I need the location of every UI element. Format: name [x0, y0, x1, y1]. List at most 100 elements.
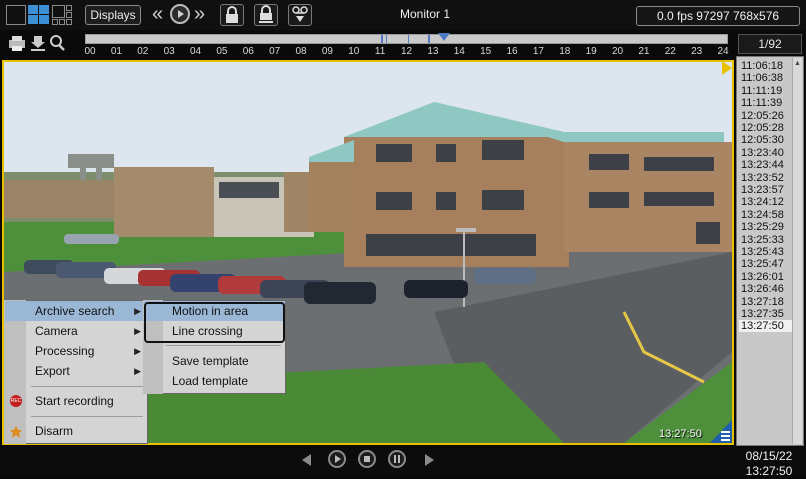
- event-time-item[interactable]: 13:23:57: [739, 184, 795, 196]
- stop-button[interactable]: [358, 450, 376, 468]
- event-time-item[interactable]: 13:26:01: [739, 271, 795, 283]
- menu-start-recording-label: Start recording: [35, 394, 114, 408]
- submenu-arrow-icon: ▶: [134, 346, 141, 356]
- timeline-tick-label: 02: [137, 46, 149, 57]
- event-time-item[interactable]: 11:11:19: [739, 85, 795, 97]
- scroll-up-icon[interactable]: ▲: [794, 60, 801, 67]
- submenu-arrow-icon: ▶: [134, 366, 141, 376]
- layout-multi-button[interactable]: [52, 5, 74, 25]
- event-time-item[interactable]: 13:27:50: [739, 320, 795, 333]
- event-list-scrollbar[interactable]: ▲: [792, 58, 802, 444]
- event-time-item[interactable]: 13:25:29: [739, 221, 795, 233]
- timeline-tick-label: 03: [163, 46, 175, 57]
- event-time-item[interactable]: 13:27:35: [739, 308, 795, 320]
- layout-1x1-button[interactable]: [6, 5, 26, 25]
- search-icon[interactable]: [48, 34, 66, 52]
- timeline-event-mark: [408, 35, 409, 43]
- timeline-tick-label: 12: [400, 46, 413, 57]
- menu-disarm-label: Disarm: [35, 424, 73, 438]
- lock-icon: [226, 6, 238, 23]
- video-timestamp: 13:27:50: [659, 428, 702, 440]
- timeline-tick-label: 06: [242, 46, 254, 57]
- event-time-item[interactable]: 13:23:52: [739, 172, 795, 184]
- pause-button[interactable]: [388, 450, 406, 468]
- displays-button[interactable]: Displays: [85, 5, 141, 25]
- timeline-tick-label: 14: [453, 46, 465, 57]
- frame-counter: 1/92: [738, 34, 802, 54]
- archive-export-button[interactable]: [288, 4, 312, 26]
- event-time-item[interactable]: 12:05:28: [739, 122, 795, 134]
- timeline-event-mark: [386, 35, 387, 43]
- play-icon[interactable]: [170, 4, 190, 24]
- play-button[interactable]: [328, 450, 346, 468]
- event-time-item[interactable]: 13:27:18: [739, 296, 795, 308]
- arm-lock-button[interactable]: [254, 4, 278, 26]
- context-menu-items: Archive search ▶ Camera ▶ Processing ▶ Expo…: [5, 301, 147, 443]
- event-time-item[interactable]: 11:11:39: [739, 97, 795, 109]
- side-panel-arrow-icon[interactable]: [722, 61, 734, 80]
- timeline-tick-label: 23: [691, 46, 703, 57]
- event-time-item[interactable]: 13:25:43: [739, 246, 795, 258]
- event-time-item[interactable]: 13:23:40: [739, 147, 795, 159]
- timeline-tick-label: 05: [216, 46, 228, 57]
- submenu-arrow-icon: ▶: [134, 306, 141, 316]
- menu-separator: [31, 416, 143, 417]
- next-frame-icon[interactable]: [420, 451, 438, 474]
- submenu-save-template[interactable]: Save template: [144, 351, 285, 371]
- event-time-item[interactable]: 11:06:38: [739, 72, 795, 84]
- event-time-item[interactable]: 12:05:26: [739, 110, 795, 122]
- archive-timeline[interactable]: [85, 34, 728, 44]
- camera-menu-icon[interactable]: [710, 420, 732, 443]
- event-time-item[interactable]: 13:24:12: [739, 196, 795, 208]
- submenu-save-label: Save template: [172, 354, 249, 368]
- monitor-title: Monitor 1: [399, 7, 451, 21]
- fast-forward-icon[interactable]: »: [194, 4, 205, 24]
- menu-archive-search[interactable]: Archive search ▶: [5, 301, 147, 321]
- disarm-icon: [10, 425, 22, 438]
- timeline-tick-label: 07: [269, 46, 281, 57]
- timeline-tick-label: 19: [585, 46, 597, 57]
- rewind-icon[interactable]: «: [152, 4, 163, 24]
- current-date: 08/15/22: [745, 449, 793, 463]
- timeline-tick-label: 22: [664, 46, 676, 57]
- timeline-tick-label: 11: [374, 46, 386, 57]
- event-time-item[interactable]: 13:24:58: [739, 209, 795, 221]
- previous-frame-icon[interactable]: [298, 451, 316, 474]
- download-icon[interactable]: [29, 34, 47, 52]
- timeline-tick-label: 10: [348, 46, 360, 57]
- submenu-arrow-icon: ▶: [134, 326, 141, 336]
- timeline-position-marker[interactable]: [438, 29, 450, 47]
- timeline-tick-label: 15: [480, 46, 492, 57]
- event-time-item[interactable]: 13:23:44: [739, 159, 795, 171]
- timeline-tick-label: 08: [295, 46, 307, 57]
- print-icon[interactable]: [6, 34, 28, 52]
- current-time: 13:27:50: [745, 464, 793, 478]
- timeline-tick-label: 17: [532, 46, 544, 57]
- timeline-tick-label: 00: [84, 46, 96, 57]
- timeline-event-mark: [428, 35, 430, 43]
- menu-processing-label: Processing: [35, 344, 95, 358]
- fps-status: 0.0 fps 97297 768x576: [636, 6, 800, 26]
- menu-processing[interactable]: Processing ▶: [5, 341, 147, 361]
- event-time-item[interactable]: 13:26:46: [739, 283, 795, 295]
- highlight-annotation-box: [144, 302, 285, 343]
- menu-camera[interactable]: Camera ▶: [5, 321, 147, 341]
- event-time-item[interactable]: 11:06:18: [739, 60, 795, 72]
- menu-disarm[interactable]: Disarm: [5, 421, 147, 441]
- event-time-item[interactable]: 13:25:47: [739, 258, 795, 270]
- timeline-tick-label: 13: [427, 46, 439, 57]
- layout-2x2-button[interactable]: [28, 5, 50, 25]
- event-time-item[interactable]: 12:05:30: [739, 134, 795, 146]
- event-time-item[interactable]: 13:25:33: [739, 234, 795, 246]
- tape-download-icon: [292, 6, 308, 22]
- menu-export[interactable]: Export ▶: [5, 361, 147, 381]
- submenu-load-template[interactable]: Load template: [144, 371, 285, 391]
- timeline-tick-label: 18: [559, 46, 571, 57]
- submenu-load-label: Load template: [172, 374, 249, 388]
- submenu-separator: [166, 345, 281, 346]
- timeline-tick-label: 16: [506, 46, 518, 57]
- menu-archive-search-label: Archive search: [35, 304, 115, 318]
- timeline-tick-label: 09: [321, 46, 333, 57]
- lock-button[interactable]: [220, 4, 244, 26]
- menu-start-recording[interactable]: Start recording: [5, 391, 147, 411]
